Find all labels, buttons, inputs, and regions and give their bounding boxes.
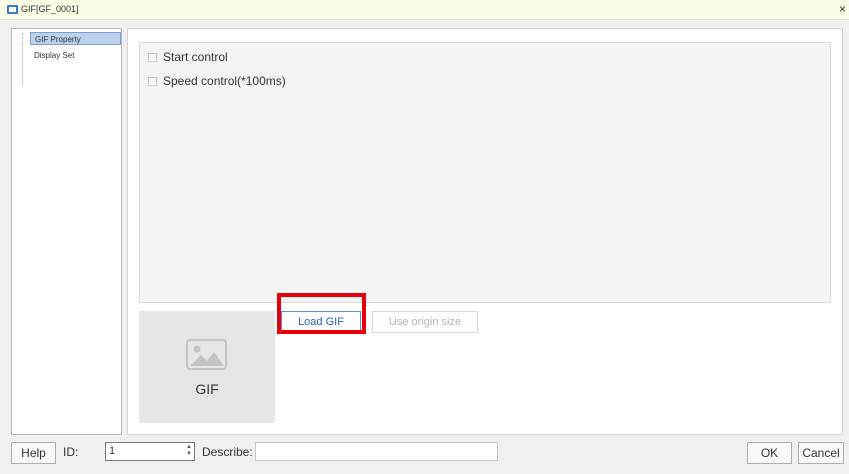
describe-label: Describe: [202,445,253,459]
help-button[interactable]: Help [11,442,56,464]
highlight-box [277,293,366,334]
describe-input[interactable] [255,442,498,461]
speed-control-checkbox[interactable] [148,76,157,86]
start-control-label: Start control [163,50,228,64]
id-stepper[interactable]: 1 ▲ ▼ [105,442,195,461]
start-control-option[interactable]: Start control [148,49,228,65]
tree-connector [22,33,23,85]
nav-item-gif-property[interactable]: GIF Property [30,32,121,45]
cancel-button[interactable]: Cancel [798,442,844,464]
nav-tree: GIF Property Display Set [11,28,122,435]
gif-preview-label: GIF [195,381,219,397]
title-bar: GIF[GF_0001] × [0,0,849,20]
app-icon [7,5,18,14]
use-origin-size-button[interactable]: Use origin size [372,311,478,333]
speed-control-option[interactable]: Speed control(*100ms) [148,73,286,89]
options-area: Start control Speed control(*100ms) [139,42,831,303]
start-control-checkbox[interactable] [148,52,157,62]
speed-control-label: Speed control(*100ms) [163,74,286,88]
nav-item-display-set[interactable]: Display Set [30,49,78,62]
gif-preview: GIF [139,311,275,423]
window-title: GIF[GF_0001] [21,4,79,14]
spin-arrows-icon[interactable]: ▲ ▼ [186,444,192,458]
image-icon [186,339,227,370]
id-value: 1 [109,445,116,457]
footer-bar: Help ID: 1 ▲ ▼ Describe: OK Cancel [0,438,849,474]
id-label: ID: [63,445,79,459]
ok-button[interactable]: OK [747,442,792,464]
close-icon[interactable]: × [839,2,846,16]
